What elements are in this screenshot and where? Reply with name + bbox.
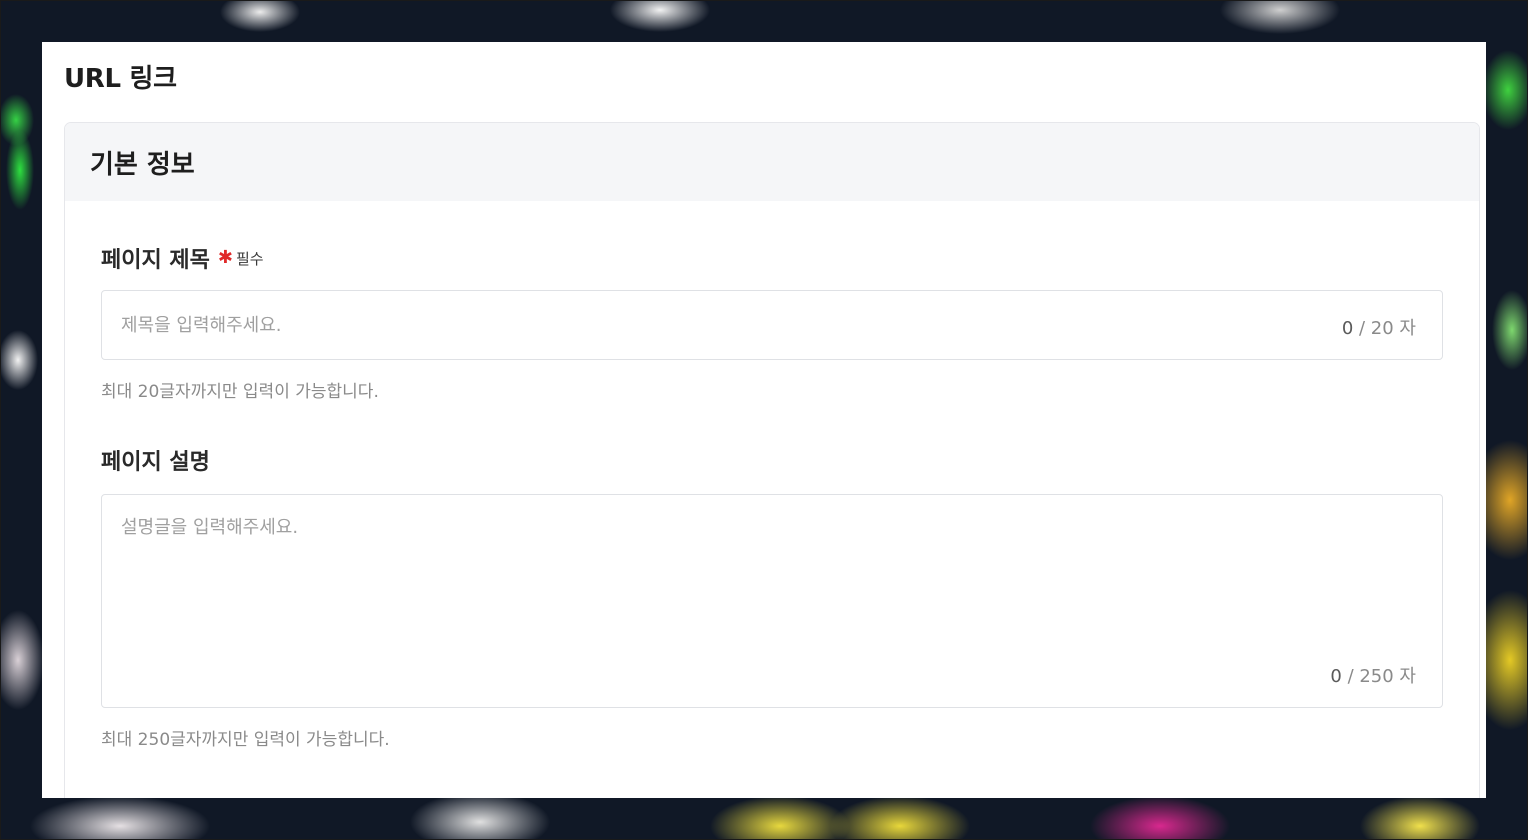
- char-count-max: / 20 자: [1353, 318, 1416, 339]
- page-title-input-box[interactable]: 0 / 20 자: [101, 290, 1443, 360]
- label-row: 페이지 설명: [101, 445, 1443, 475]
- page-title-field: 페이지 제목 ✱ 필수 0 / 20 자 최대 20글자까지만 입력이 가능합니…: [101, 243, 1443, 402]
- helper-text: 최대 20글자까지만 입력이 가능합니다.: [101, 382, 379, 402]
- section-title: 기본 정보: [90, 149, 195, 180]
- required-asterisk-icon: ✱: [217, 247, 233, 268]
- char-count-max: / 250 자: [1341, 666, 1416, 687]
- page-description-textarea[interactable]: [121, 513, 1421, 653]
- page-panel: URL 링크 기본 정보 페이지 제목 ✱ 필수 0 / 20 자 최대 20글…: [42, 42, 1486, 798]
- char-counter: 0 / 20 자: [1342, 314, 1416, 340]
- char-count-current: 0: [1330, 666, 1342, 687]
- page-description-field: 페이지 설명 0 / 250 자 최대 250글자까지만 입력이 가능합니다.: [101, 445, 1443, 750]
- page-title-label: 페이지 제목: [101, 248, 210, 273]
- helper-text: 최대 250글자까지만 입력이 가능합니다.: [101, 730, 390, 750]
- page-description-textarea-box[interactable]: 0 / 250 자: [101, 494, 1443, 708]
- char-count-current: 0: [1341, 318, 1354, 339]
- label-row: 페이지 제목 ✱ 필수: [101, 243, 1443, 273]
- basic-info-card: 기본 정보 페이지 제목 ✱ 필수 0 / 20 자 최대 20글자까지만 입력…: [64, 122, 1480, 798]
- page-description-label: 페이지 설명: [101, 450, 210, 475]
- char-counter: 0 / 250 자: [1330, 662, 1416, 688]
- card-header: 기본 정보: [65, 123, 1479, 201]
- required-label: 필수: [235, 249, 264, 268]
- page-title: URL 링크: [64, 64, 177, 94]
- page-title-input[interactable]: [121, 291, 1301, 359]
